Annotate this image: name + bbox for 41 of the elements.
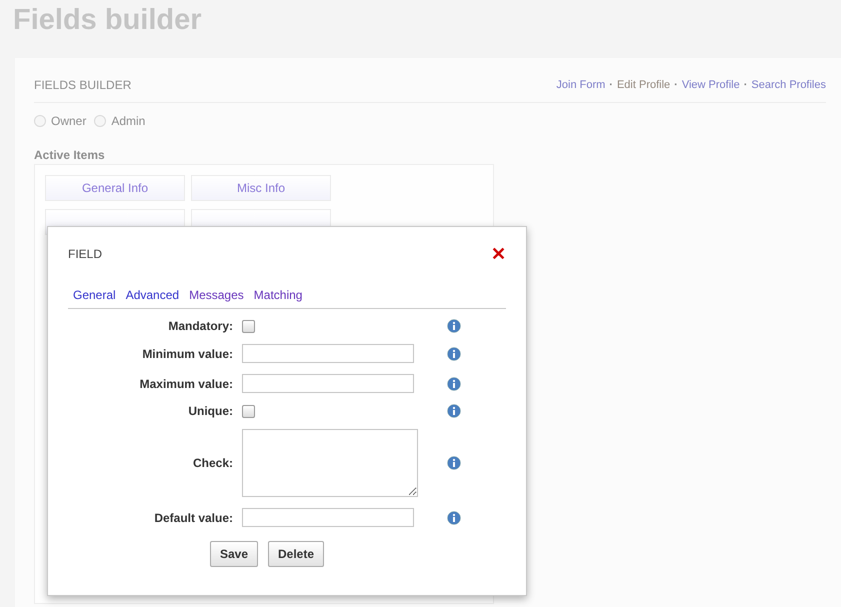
separator-dot: · bbox=[744, 79, 748, 91]
radio-button[interactable] bbox=[34, 115, 46, 127]
close-button[interactable]: ✕ bbox=[491, 245, 506, 263]
save-button[interactable]: Save bbox=[210, 541, 258, 567]
input-field[interactable] bbox=[242, 374, 414, 393]
info-icon[interactable] bbox=[447, 319, 461, 333]
text-area[interactable] bbox=[242, 429, 418, 497]
section-label: Active Items bbox=[34, 148, 106, 162]
info-icon[interactable] bbox=[447, 456, 461, 470]
field-label: Unique: bbox=[187, 404, 233, 418]
dialog-title: FIELD bbox=[68, 247, 102, 261]
input-field[interactable] bbox=[242, 508, 414, 527]
field-label: Default value: bbox=[153, 510, 233, 524]
field-label: Maximum value: bbox=[138, 376, 233, 390]
info-icon[interactable] bbox=[447, 510, 461, 524]
nav-link[interactable]: Join Form bbox=[556, 79, 606, 91]
field-label: Check: bbox=[192, 456, 233, 470]
checkbox[interactable] bbox=[242, 404, 255, 418]
field-label: Minimum value: bbox=[141, 346, 233, 360]
tab-link[interactable]: Matching bbox=[254, 288, 302, 302]
radio-label: Owner bbox=[51, 114, 86, 128]
tab-link[interactable]: Advanced bbox=[126, 288, 180, 302]
nav-link[interactable]: View Profile bbox=[682, 79, 740, 91]
input-field[interactable] bbox=[242, 344, 414, 363]
panel-heading: FIELDS BUILDER bbox=[34, 78, 132, 92]
field-label: Mandatory: bbox=[167, 319, 233, 333]
info-icon[interactable] bbox=[447, 376, 461, 390]
checkbox[interactable] bbox=[242, 320, 255, 332]
radio-button[interactable] bbox=[94, 115, 106, 127]
nav-link[interactable]: Edit Profile bbox=[616, 79, 670, 91]
separator-dot: · bbox=[609, 79, 613, 91]
nav-link[interactable]: Search Profiles bbox=[751, 79, 826, 91]
draggable-item[interactable]: General Info bbox=[45, 175, 185, 201]
radio-label: Admin bbox=[111, 114, 146, 128]
info-icon[interactable] bbox=[447, 346, 461, 360]
draggable-item[interactable]: Misc Info bbox=[191, 175, 331, 201]
tab-link[interactable]: Messages bbox=[189, 288, 244, 302]
tab-link[interactable]: General bbox=[73, 288, 116, 302]
delete-button[interactable]: Delete bbox=[268, 541, 324, 567]
separator-dot: · bbox=[674, 79, 678, 91]
info-icon[interactable] bbox=[447, 404, 461, 418]
